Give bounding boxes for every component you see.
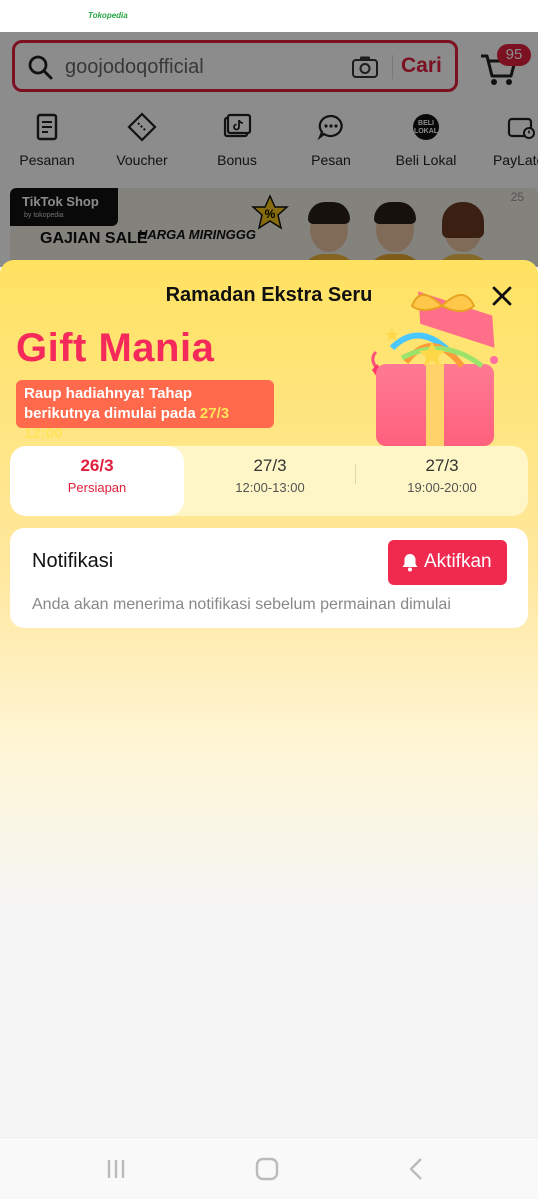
home-icon[interactable] bbox=[254, 1156, 280, 1182]
next-stage-notice: Raup hadiahnya! Tahap berikutnya dimulai… bbox=[16, 380, 274, 442]
notification-title: Notifikasi bbox=[32, 550, 114, 572]
status-logo: Tokopedia bbox=[88, 11, 128, 20]
tab-date: 27/3 bbox=[425, 456, 459, 475]
promo-text: Raup hadiahnya! Tahap berikutnya dimulai… bbox=[24, 385, 196, 422]
backdrop-overlay[interactable] bbox=[0, 32, 538, 267]
notification-card: Notifikasi Aktifkan Anda akan menerima n… bbox=[10, 528, 528, 628]
gift-box-icon bbox=[371, 291, 498, 446]
stage-tabs: 26/3 Persiapan 27/3 12:00-13:00 27/3 19:… bbox=[10, 446, 528, 516]
notification-description: Anda akan menerima notifikasi sebelum pe… bbox=[32, 596, 451, 613]
enable-notification-label: Aktifkan bbox=[424, 551, 492, 572]
tab-subtitle: 12:00-13:00 bbox=[235, 480, 305, 495]
tab-subtitle: Persiapan bbox=[67, 480, 127, 495]
tab-stage-2[interactable]: 27/3 12:00-13:00 bbox=[184, 446, 356, 516]
back-icon[interactable] bbox=[404, 1156, 430, 1182]
gift-mania-headline: Gift Mania bbox=[16, 326, 215, 370]
tab-date: 27/3 bbox=[253, 456, 287, 475]
tab-stage-3[interactable]: 27/3 19:00-20:00 bbox=[356, 446, 528, 516]
tab-subtitle: 19:00-20:00 bbox=[407, 480, 477, 495]
system-nav-bar bbox=[0, 1137, 538, 1199]
recent-apps-icon[interactable] bbox=[103, 1156, 129, 1182]
gift-mania-sheet: Ramadan Ekstra Seru Gift Mania Raup hadi… bbox=[0, 260, 538, 1140]
enable-notification-button[interactable]: Aktifkan bbox=[388, 540, 507, 585]
bell-icon bbox=[402, 554, 418, 572]
status-bar: Tokopedia bbox=[0, 0, 538, 32]
tab-stage-1[interactable]: 26/3 Persiapan bbox=[10, 446, 184, 516]
tab-date: 26/3 bbox=[80, 456, 114, 475]
